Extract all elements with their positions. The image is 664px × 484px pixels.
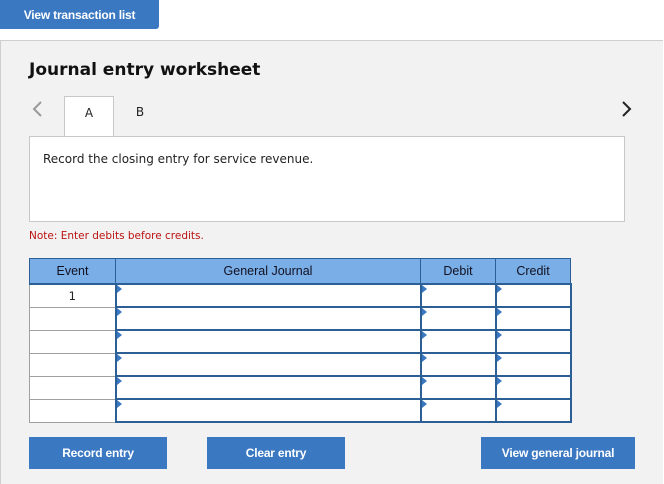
tab-label: A <box>84 106 94 120</box>
dropdown-marker-icon <box>116 331 122 339</box>
clear-entry-button[interactable]: Clear entry <box>207 437 345 469</box>
credit-input[interactable] <box>494 329 572 354</box>
input-marker-icon <box>496 377 502 385</box>
header-credit: Credit <box>495 258 571 285</box>
header-event: Event <box>29 258 116 285</box>
input-marker-icon <box>421 331 427 339</box>
input-marker-icon <box>496 400 502 408</box>
input-marker-icon <box>421 400 427 408</box>
input-marker-icon <box>496 354 502 362</box>
dropdown-marker-icon <box>116 377 122 385</box>
account-input[interactable] <box>114 283 422 308</box>
table-row <box>29 398 572 423</box>
header-general-journal: General Journal <box>115 258 421 285</box>
chevron-right-icon[interactable] <box>619 100 633 118</box>
debit-input[interactable] <box>419 352 497 377</box>
table-row <box>29 306 572 331</box>
table-row <box>29 375 572 400</box>
credit-input[interactable] <box>494 283 572 308</box>
event-cell <box>29 352 116 377</box>
credit-input[interactable] <box>494 352 572 377</box>
credit-input[interactable] <box>494 306 572 331</box>
note-text: Note: Enter debits before credits. <box>29 230 204 242</box>
page-title: Journal entry worksheet <box>29 60 261 80</box>
journal-table: Event General Journal Debit Credit 1 <box>29 258 572 423</box>
input-marker-icon <box>421 354 427 362</box>
dropdown-marker-icon <box>116 400 122 408</box>
debit-input[interactable] <box>419 398 497 423</box>
input-marker-icon <box>496 308 502 316</box>
event-cell <box>29 329 116 354</box>
event-cell <box>29 375 116 400</box>
record-entry-button[interactable]: Record entry <box>29 437 167 469</box>
input-marker-icon <box>421 285 427 293</box>
input-marker-icon <box>496 285 502 293</box>
account-input[interactable] <box>114 398 422 423</box>
account-input[interactable] <box>114 352 422 377</box>
table-row <box>29 352 572 377</box>
debit-input[interactable] <box>419 306 497 331</box>
view-general-journal-button[interactable]: View general journal <box>481 437 635 469</box>
input-marker-icon <box>496 331 502 339</box>
account-input[interactable] <box>114 306 422 331</box>
debit-input[interactable] <box>419 283 497 308</box>
input-marker-icon <box>421 377 427 385</box>
dropdown-marker-icon <box>116 354 122 362</box>
instruction-box: Record the closing entry for service rev… <box>29 136 625 222</box>
instruction-text: Record the closing entry for service rev… <box>43 152 314 166</box>
table-row: 1 <box>29 283 572 308</box>
debit-input[interactable] <box>419 329 497 354</box>
table-row <box>29 329 572 354</box>
credit-input[interactable] <box>494 398 572 423</box>
account-input[interactable] <box>114 375 422 400</box>
account-input[interactable] <box>114 329 422 354</box>
credit-input[interactable] <box>494 375 572 400</box>
journal-header-row: Event General Journal Debit Credit <box>29 258 571 285</box>
header-debit: Debit <box>420 258 496 285</box>
dropdown-marker-icon <box>116 308 122 316</box>
tab-b[interactable]: B <box>114 96 166 136</box>
event-cell <box>29 306 116 331</box>
dropdown-marker-icon <box>116 285 122 293</box>
tab-a[interactable]: A <box>64 96 114 136</box>
tab-label: B <box>135 105 145 119</box>
event-cell: 1 <box>29 283 116 308</box>
debit-input[interactable] <box>419 375 497 400</box>
input-marker-icon <box>421 308 427 316</box>
chevron-left-icon[interactable] <box>31 100 45 118</box>
event-cell <box>29 398 116 423</box>
view-transaction-list-button[interactable]: View transaction list <box>0 0 159 29</box>
